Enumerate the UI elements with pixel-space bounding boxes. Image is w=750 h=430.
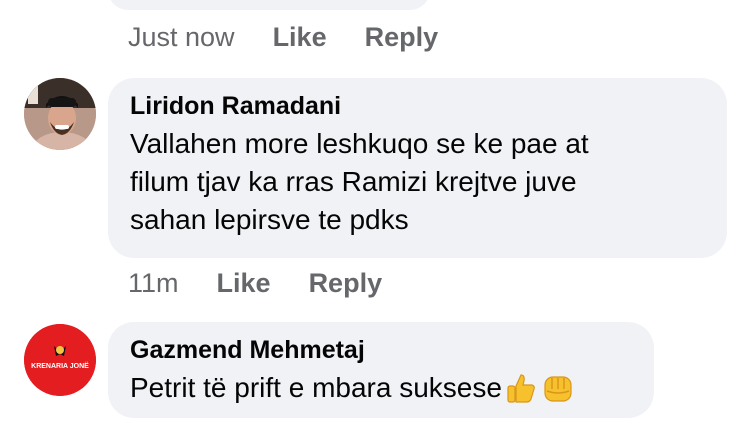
comment-text-line-1: Vallahen more leshkuqo se ke pae at — [130, 128, 589, 159]
comment-bubble-gazmend: Gazmend Mehmetaj Petrit të prift e mbara… — [108, 322, 654, 418]
comment-actions-2: 11m Like Reply — [128, 268, 420, 299]
reply-button[interactable]: Reply — [309, 268, 383, 299]
avatar-photo — [24, 78, 96, 150]
comment-actions-1: Just now Like Reply — [128, 22, 476, 53]
reply-button[interactable]: Reply — [365, 22, 439, 53]
like-button[interactable]: Like — [273, 22, 327, 53]
eagle-emblem-icon: KRENARIA JONË — [24, 324, 96, 396]
comment-text-line-2: filum tjav ka rras Ramizi krejtve juve — [130, 166, 577, 197]
thumbs-up-emoji-icon — [507, 374, 535, 403]
comment-text-line-3: sahan lepirsve te pdks — [130, 204, 409, 235]
avatar-gazmend[interactable]: KRENARIA JONË — [24, 324, 96, 396]
previous-comment-bubble — [108, 0, 430, 10]
comment-text: Petrit të prift e mbara suksese — [130, 372, 502, 403]
avatar-liridon[interactable] — [24, 78, 96, 150]
avatar-label: KRENARIA JONË — [31, 362, 89, 370]
comment-author[interactable]: Gazmend Mehmetaj — [130, 336, 632, 365]
comment-timestamp[interactable]: Just now — [128, 22, 235, 53]
raised-fist-emoji-icon — [544, 376, 572, 402]
like-button[interactable]: Like — [217, 268, 271, 299]
comment-timestamp[interactable]: 11m — [128, 268, 179, 299]
comment-bubble-liridon: Liridon Ramadani Vallahen more leshkuqo … — [108, 78, 727, 258]
comment-author[interactable]: Liridon Ramadani — [130, 92, 705, 121]
